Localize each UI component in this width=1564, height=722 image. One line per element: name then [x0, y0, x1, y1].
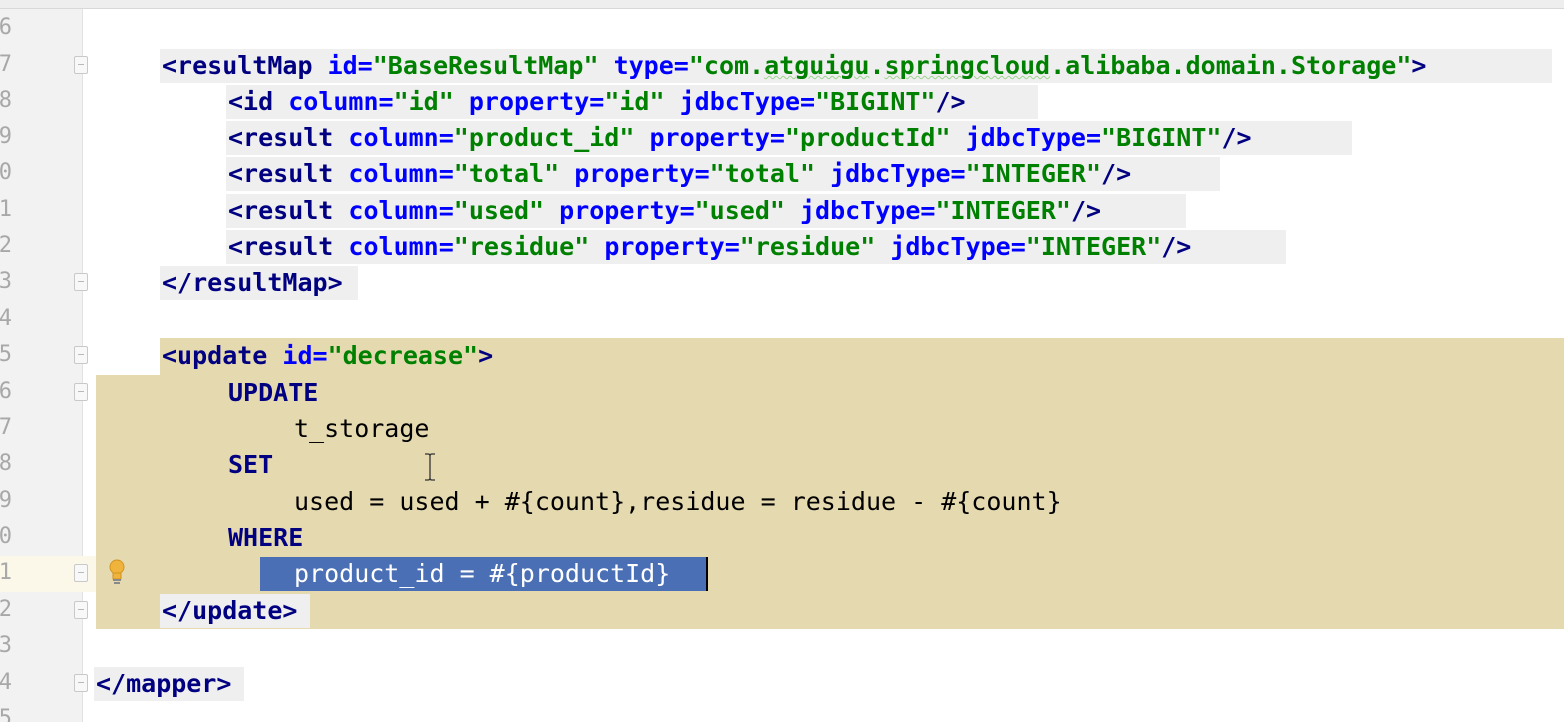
- code-line[interactable]: 4 </mapper>: [0, 666, 1564, 702]
- fold-marker-icon[interactable]: [74, 56, 88, 74]
- line-number: 9: [0, 124, 12, 149]
- fold-end-marker-icon[interactable]: [74, 273, 88, 291]
- code-text: <result column="residue" property="resid…: [228, 232, 1192, 261]
- code-text: </resultMap>: [162, 268, 343, 297]
- code-line[interactable]: 2 </update>: [0, 593, 1564, 629]
- lightbulb-icon[interactable]: [107, 558, 127, 586]
- code-line[interactable]: 5: [0, 702, 1564, 722]
- code-line[interactable]: 2 <result column="residue" property="res…: [0, 229, 1564, 265]
- line-number: 4: [0, 670, 12, 695]
- code-line[interactable]: 4: [0, 302, 1564, 338]
- code-line[interactable]: 9 used = used + #{count},residue = resid…: [0, 484, 1564, 520]
- fold-end-marker-icon[interactable]: [74, 674, 88, 692]
- line-number: 2: [0, 233, 12, 258]
- line-number: 7: [0, 52, 12, 77]
- line-number: 8: [0, 88, 12, 113]
- code-line[interactable]: 0 <result column="total" property="total…: [0, 156, 1564, 192]
- selected-text[interactable]: product_id = #{productId}: [294, 559, 670, 589]
- code-line[interactable]: 3: [0, 629, 1564, 665]
- code-text: <result column="used" property="used" jd…: [228, 196, 1102, 225]
- line-number: 6: [0, 15, 12, 40]
- line-number: 3: [0, 633, 12, 658]
- line-number: 2: [0, 597, 12, 622]
- line-number: 7: [0, 415, 12, 440]
- fold-marker-icon[interactable]: [74, 383, 88, 401]
- code-editor[interactable]: 6 7 <resultMap id="BaseResultMap" type="…: [0, 0, 1564, 722]
- code-line[interactable]: 6: [0, 11, 1564, 47]
- line-number: 6: [0, 379, 12, 404]
- code-line[interactable]: 5 <update id="decrease">: [0, 338, 1564, 374]
- line-number: 1: [0, 560, 12, 585]
- code-line[interactable]: 8 <id column="id" property="id" jdbcType…: [0, 84, 1564, 120]
- code-text: <update id="decrease">: [162, 341, 494, 370]
- code-line-current[interactable]: 1 product_id = #{productId}: [0, 556, 1564, 592]
- sql-text: t_storage: [294, 414, 430, 443]
- code-line[interactable]: 8 SET: [0, 447, 1564, 483]
- line-number: 5: [0, 706, 12, 722]
- fold-marker-icon[interactable]: [74, 346, 88, 364]
- code-text: <result column="total" property="total" …: [228, 159, 1132, 188]
- sql-keyword: WHERE: [228, 523, 304, 552]
- code-text: </mapper>: [96, 669, 232, 698]
- line-number: 8: [0, 451, 12, 476]
- sql-keyword: SET: [228, 450, 274, 479]
- code-line[interactable]: 7 <resultMap id="BaseResultMap" type="co…: [0, 48, 1564, 84]
- line-number: 4: [0, 306, 12, 331]
- line-number: 3: [0, 269, 12, 294]
- code-text: <result column="product_id" property="pr…: [228, 123, 1252, 152]
- line-number: 1: [0, 197, 12, 222]
- code-line[interactable]: 7 t_storage: [0, 411, 1564, 447]
- sql-keyword: UPDATE: [228, 378, 319, 407]
- mouse-ibeam-cursor-icon: [425, 453, 435, 481]
- text-caret: [706, 557, 708, 591]
- code-line[interactable]: 0 WHERE: [0, 520, 1564, 556]
- code-line[interactable]: 6 UPDATE: [0, 375, 1564, 411]
- line-number: 9: [0, 488, 12, 513]
- code-line[interactable]: 9 <result column="product_id" property="…: [0, 120, 1564, 156]
- code-text: <id column="id" property="id" jdbcType="…: [228, 87, 966, 116]
- line-number: 5: [0, 342, 12, 367]
- code-line[interactable]: 1 <result column="used" property="used" …: [0, 193, 1564, 229]
- fold-end-marker-icon[interactable]: [74, 601, 88, 619]
- fold-marker-icon[interactable]: [74, 564, 88, 582]
- sql-text: used = used + #{count},residue = residue…: [294, 487, 1062, 516]
- line-number: 0: [0, 160, 12, 185]
- code-text: </update>: [162, 596, 298, 625]
- editor-breadcrumb-bar: [0, 0, 1564, 9]
- code-line[interactable]: 3 </resultMap>: [0, 265, 1564, 301]
- code-text: <resultMap id="BaseResultMap" type="com.…: [162, 51, 1427, 80]
- line-number: 0: [0, 524, 12, 549]
